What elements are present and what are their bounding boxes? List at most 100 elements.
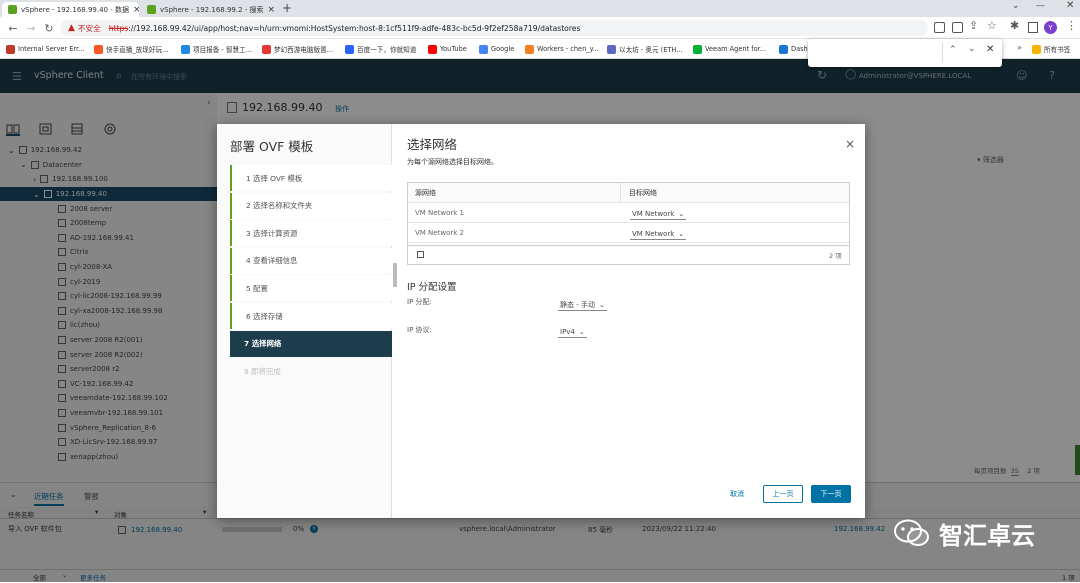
wizard-title: 部署 OVF 模板	[230, 139, 314, 154]
browser-tab-bar: vSphere - 192.168.99.40 - 数据 × vSphere -…	[0, 0, 1080, 17]
table-footer: 2 项	[408, 245, 849, 264]
find-input[interactable]	[816, 45, 940, 61]
bookmark-favicon	[94, 44, 103, 54]
chevron-down-icon: ⌄	[598, 300, 605, 309]
next-button[interactable]: 下一页	[811, 485, 851, 503]
watermark-text: 智汇卓云	[939, 521, 1035, 550]
reload-icon[interactable]: ↻	[41, 20, 57, 36]
back-button[interactable]: 上一页	[763, 485, 803, 503]
wizard-step[interactable]: 6 选择存储	[230, 303, 392, 329]
star-icon[interactable]: ☆	[987, 19, 997, 32]
chevron-down-icon: ⌄	[678, 229, 685, 238]
profile-avatar[interactable]: Y	[1044, 21, 1057, 34]
new-tab-button[interactable]: +	[282, 1, 292, 15]
bookmark-favicon	[693, 44, 702, 54]
close-icon[interactable]: ×	[845, 137, 855, 151]
bookmark[interactable]: Internal Server Err...	[6, 42, 84, 56]
deploy-ovf-dialog: 部署 OVF 模板 1 选择 OVF 模板 2 选择名称和文件夹 3 选择计算资源 4…	[217, 124, 865, 518]
bookmark-favicon	[181, 44, 190, 54]
translate-icon[interactable]	[934, 22, 945, 33]
url-bar[interactable]: ▲ 不安全 https ://192.168.99.42/ui/app/host…	[60, 20, 928, 36]
bookmark[interactable]: Veeam Agent for...	[693, 42, 766, 56]
bookmark[interactable]: 百度一下，你就知道	[345, 42, 416, 56]
address-toolbar: ← → ↻ ▲ 不安全 https ://192.168.99.42/ui/ap…	[0, 17, 1080, 39]
close-tab-icon[interactable]: ×	[268, 5, 276, 15]
browser-tab-active[interactable]: vSphere - 192.168.99.40 - 数据 ×	[2, 2, 139, 17]
find-close-icon[interactable]: ✕	[986, 44, 994, 55]
tab-title: vSphere - 192.168.99.40 - 数据	[21, 5, 129, 14]
bookmarks-more[interactable]: »	[1017, 43, 1022, 52]
tab-search-icon[interactable]: ⌄	[1012, 1, 1020, 11]
menu-icon[interactable]: ⋮	[1066, 19, 1077, 32]
close-tab-icon[interactable]: ×	[133, 5, 139, 15]
wizard-step[interactable]: 5 配置	[230, 275, 392, 302]
extensions-icon[interactable]: ✱	[1010, 19, 1019, 32]
wizard-step[interactable]: 4 查看详细信息	[230, 247, 392, 274]
security-warning[interactable]: 不安全	[78, 23, 101, 34]
find-bar: ⌃ ⌄ ✕	[808, 39, 1002, 67]
wizard-steps: 部署 OVF 模板 1 选择 OVF 模板 2 选择名称和文件夹 3 选择计算资源 4…	[217, 124, 392, 518]
ip-allocation-select[interactable]: 静态 - 手动 ⌄	[558, 299, 607, 311]
wizard-step[interactable]: 3 选择计算资源	[230, 220, 392, 247]
bookmark[interactable]: 快手直播_放现好玩...	[94, 42, 168, 56]
reader-icon[interactable]	[952, 22, 963, 33]
bookmark-favicon	[6, 44, 15, 54]
wizard-step[interactable]: 2 选择名称和文件夹	[230, 192, 392, 219]
source-network: VM Network 1	[415, 208, 464, 217]
forward-icon[interactable]: →	[23, 20, 39, 36]
url-scheme: https	[108, 23, 129, 33]
wizard-step[interactable]: 1 选择 OVF 模板	[230, 165, 392, 191]
find-next-icon[interactable]: ⌄	[968, 44, 976, 54]
column-toggle-icon[interactable]	[417, 251, 424, 258]
page-title: 选择网络	[407, 137, 458, 152]
window-close-icon[interactable]: ✕	[1066, 0, 1074, 11]
scroll-thumb[interactable]	[393, 263, 397, 287]
chevron-down-icon: ⌄	[578, 327, 585, 336]
bookmark-favicon	[345, 44, 354, 54]
browser-tab[interactable]: vSphere - 192.168.99.2 - 搜索 ×	[141, 2, 277, 17]
divider	[942, 43, 943, 63]
bookmark[interactable]: Google	[479, 42, 514, 56]
bookmark[interactable]: 以太坊 - 奥元 (ETH...	[607, 42, 683, 56]
bookmark[interactable]: Workers - chen_y...	[525, 42, 599, 56]
bookmark-favicon	[479, 44, 488, 54]
wizard-step[interactable]: 7 选择网络	[230, 330, 392, 357]
wizard-step: 8 即将完成	[244, 366, 281, 376]
dest-network-select[interactable]: VM Network ⌄	[630, 228, 687, 240]
table-row: VM Network 2 VM Network ⌄	[408, 223, 849, 243]
back-icon[interactable]: ←	[5, 20, 21, 36]
folder-icon	[1032, 44, 1041, 54]
item-count: 2 项	[829, 252, 842, 260]
find-prev-icon[interactable]: ⌃	[949, 45, 957, 55]
bookmark[interactable]: 项目报备 - 智慧工...	[181, 42, 252, 56]
bookmark-favicon	[428, 44, 437, 54]
side-panel-icon[interactable]	[1028, 22, 1038, 33]
bookmark[interactable]: Dashb	[779, 42, 812, 56]
ip-section-title: IP 分配设置	[407, 282, 457, 293]
bookmark[interactable]: 梦幻西游电脑版置...	[262, 42, 333, 56]
minimize-button[interactable]: —	[1036, 1, 1045, 11]
bookmark-favicon	[262, 44, 271, 54]
ip-allocation-label: IP 分配:	[407, 298, 432, 306]
url-path: ://192.168.99.42/ui/app/host;nav=h/urn:v…	[128, 23, 581, 33]
chevron-down-icon: ⌄	[678, 209, 685, 218]
network-mapping-table: 源网络 目标网络 VM Network 1 VM Network ⌄ VM Net…	[407, 182, 850, 265]
col-dest-network: 目标网络	[629, 188, 657, 197]
all-bookmarks[interactable]: 所有书签	[1032, 42, 1070, 56]
cancel-button[interactable]: 取消	[717, 485, 757, 503]
ip-protocol-label: IP 协议:	[407, 326, 432, 334]
vsphere-favicon	[8, 5, 17, 14]
bookmark-favicon	[779, 44, 788, 54]
ip-protocol-select[interactable]: IPv4 ⌄	[558, 326, 587, 338]
dest-network-select[interactable]: VM Network ⌄	[630, 208, 687, 220]
col-source-network: 源网络	[415, 188, 436, 197]
table-header: 源网络 目标网络	[408, 183, 849, 203]
table-row: VM Network 1 VM Network ⌄	[408, 203, 849, 223]
page-subtitle: 为每个源网络选择目标网络。	[407, 158, 498, 166]
watermark: 智汇卓云	[893, 515, 1063, 551]
bookmark-favicon	[525, 44, 534, 54]
bookmark[interactable]: YouTube	[428, 42, 467, 56]
vsphere-favicon	[147, 5, 156, 14]
wechat-icon	[894, 519, 929, 546]
share-icon[interactable]: ⇪	[969, 19, 978, 32]
